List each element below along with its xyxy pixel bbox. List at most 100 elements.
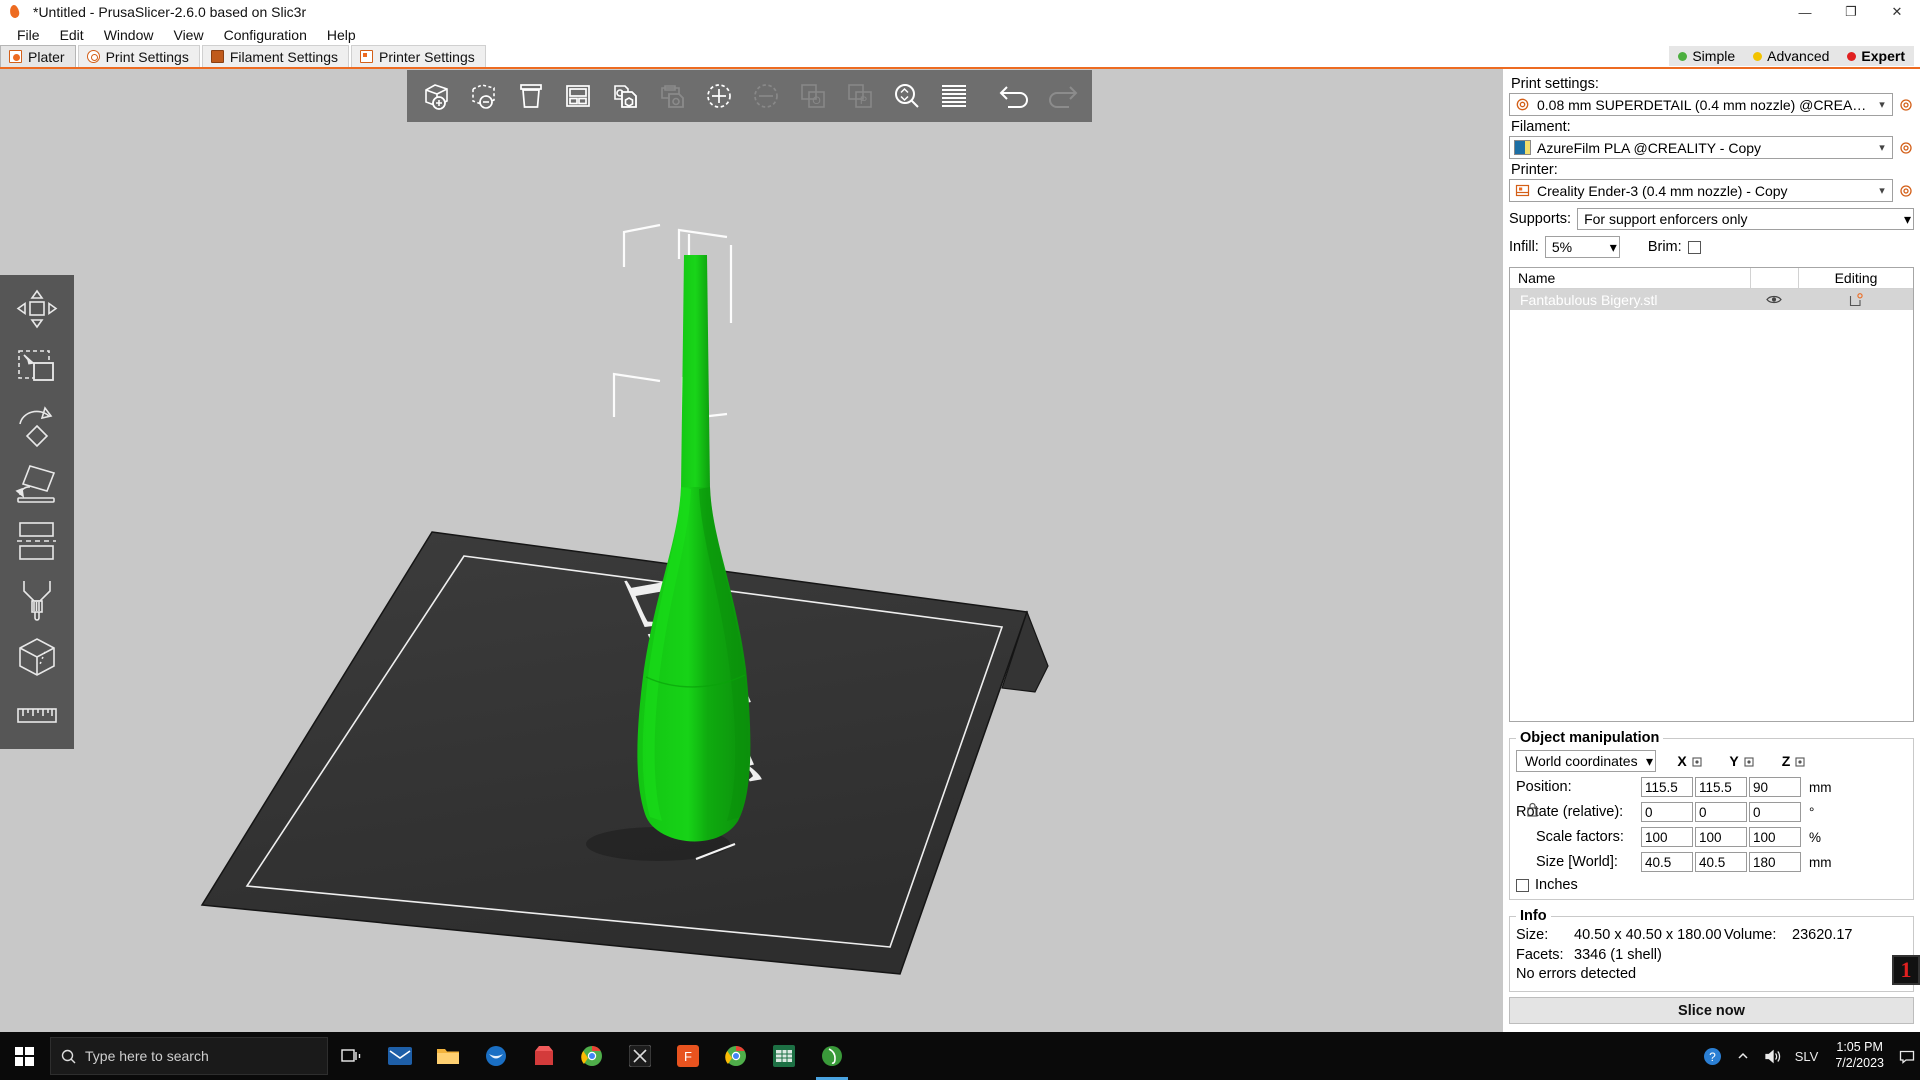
rotate-z-input[interactable] <box>1749 802 1801 822</box>
copy-icon[interactable] <box>601 74 648 119</box>
scale-y-input[interactable] <box>1695 827 1747 847</box>
minimize-button[interactable]: — <box>1782 0 1828 24</box>
scale-z-input[interactable] <box>1749 827 1801 847</box>
supports-select[interactable]: For support enforcers only ▾ <box>1577 208 1914 230</box>
language-indicator[interactable]: SLV <box>1788 1032 1826 1080</box>
rotate-x-input[interactable] <box>1641 802 1693 822</box>
infill-select[interactable]: 5% ▾ <box>1544 236 1620 258</box>
cut-gizmo-icon[interactable] <box>8 513 66 569</box>
scale-gizmo-icon[interactable] <box>8 339 66 395</box>
chevron-down-icon[interactable]: ▾ <box>1646 753 1653 770</box>
support-painting-gizmo-icon[interactable] <box>8 571 66 627</box>
help-icon[interactable]: ? <box>1696 1032 1729 1080</box>
rotate-gizmo-icon[interactable] <box>8 397 66 453</box>
print-settings-combo[interactable]: 0.08 mm SUPERDETAIL (0.4 mm nozzle) @CRE… <box>1509 93 1893 116</box>
reset-axis-icon[interactable] <box>1743 755 1755 767</box>
tab-plater[interactable]: Plater <box>0 45 76 67</box>
start-button[interactable] <box>0 1032 48 1080</box>
chevron-down-icon[interactable]: ▾ <box>1610 239 1617 256</box>
position-x-input[interactable] <box>1641 777 1693 797</box>
delete-selected-icon[interactable] <box>460 74 507 119</box>
axis-z-header: Z <box>1768 753 1820 769</box>
chrome2-app-icon[interactable] <box>712 1032 760 1080</box>
clock[interactable]: 1:05 PM 7/2/2023 <box>1825 1040 1894 1071</box>
search-icon[interactable] <box>883 74 930 119</box>
scale-row: Scale factors: % <box>1516 826 1907 848</box>
position-row: Position: mm <box>1516 776 1907 798</box>
errors-value: No errors detected <box>1516 966 1637 983</box>
task-view-icon[interactable] <box>328 1032 376 1080</box>
infill-label: Infill: <box>1509 239 1539 255</box>
position-z-input[interactable] <box>1749 777 1801 797</box>
maximize-button[interactable]: ❐ <box>1828 0 1874 24</box>
print-settings-gear-icon[interactable] <box>1898 97 1914 113</box>
mode-simple[interactable]: Simple <box>1669 46 1745 66</box>
rotate-y-input[interactable] <box>1695 802 1747 822</box>
chrome-app-icon[interactable] <box>568 1032 616 1080</box>
filament-gear-icon[interactable] <box>1898 140 1914 156</box>
position-y-input[interactable] <box>1695 777 1747 797</box>
plater-toolbar: O P <box>407 70 1092 122</box>
scale-label: Scale factors: <box>1536 829 1624 845</box>
mode-advanced[interactable]: Advanced <box>1744 46 1839 66</box>
menu-help[interactable]: Help <box>317 25 366 45</box>
volume-icon[interactable] <box>1757 1032 1788 1080</box>
store-app-icon[interactable] <box>520 1032 568 1080</box>
tab-filament-settings[interactable]: Filament Settings <box>201 45 350 67</box>
seam-painting-gizmo-icon[interactable] <box>8 629 66 685</box>
printer-value: Creality Ender-3 (0.4 mm nozzle) - Copy <box>1537 182 1788 199</box>
foxit-app-icon[interactable]: F <box>664 1032 712 1080</box>
menu-file[interactable]: File <box>7 25 50 45</box>
menu-configuration[interactable]: Configuration <box>214 25 317 45</box>
place-on-face-gizmo-icon[interactable] <box>8 455 66 511</box>
scale-x-input[interactable] <box>1641 827 1693 847</box>
variable-layer-height-icon[interactable] <box>930 74 977 119</box>
filament-combo[interactable]: AzureFilm PLA @CREALITY - Copy ▾ <box>1509 136 1893 159</box>
mode-expert-label: Expert <box>1861 48 1905 64</box>
menu-window[interactable]: Window <box>94 25 164 45</box>
chevron-down-icon[interactable]: ▾ <box>1874 98 1890 111</box>
table-row[interactable]: Fantabulous Bigery.stl <box>1510 289 1913 310</box>
reset-axis-icon[interactable] <box>1794 755 1806 767</box>
printer-combo[interactable]: Creality Ender-3 (0.4 mm nozzle) - Copy … <box>1509 179 1893 202</box>
tab-print-settings[interactable]: Print Settings <box>77 45 200 67</box>
arrange-icon[interactable] <box>554 74 601 119</box>
search-input[interactable]: Type here to search <box>50 1037 328 1075</box>
prusaslicer-app-icon[interactable] <box>808 1032 856 1080</box>
inches-checkbox[interactable] <box>1516 878 1529 892</box>
menu-edit[interactable]: Edit <box>50 25 94 45</box>
excel-app-icon[interactable] <box>760 1032 808 1080</box>
add-object-icon[interactable] <box>413 74 460 119</box>
size-y-input[interactable] <box>1695 852 1747 872</box>
move-gizmo-icon[interactable] <box>8 281 66 337</box>
action-center-icon[interactable] <box>1894 1032 1920 1080</box>
tab-printer-settings[interactable]: Printer Settings <box>351 45 486 67</box>
chevron-down-icon[interactable]: ▾ <box>1904 211 1911 228</box>
uniform-scale-lock-icon[interactable] <box>1526 802 1539 821</box>
slice-now-button[interactable]: Slice now <box>1509 997 1914 1024</box>
eye-icon[interactable] <box>1750 294 1798 305</box>
object-list[interactable]: Name Editing Fantabulous Bigery.stl <box>1509 267 1914 722</box>
coordinate-system-select[interactable]: World coordinates ▾ <box>1516 750 1656 772</box>
delete-all-icon[interactable] <box>507 74 554 119</box>
measure-gizmo-icon[interactable] <box>8 687 66 743</box>
plater-3d-canvas[interactable]: Ender <box>0 69 1503 1032</box>
brim-checkbox[interactable] <box>1687 240 1701 254</box>
reset-axis-icon[interactable] <box>1691 755 1703 767</box>
file-explorer-icon[interactable] <box>424 1032 472 1080</box>
add-instance-icon[interactable] <box>695 74 742 119</box>
edit-object-icon[interactable] <box>1798 292 1913 307</box>
dark-app-icon[interactable] <box>616 1032 664 1080</box>
chevron-down-icon[interactable]: ▾ <box>1874 184 1890 197</box>
mode-expert[interactable]: Expert <box>1838 46 1914 66</box>
thunderbird-app-icon[interactable] <box>472 1032 520 1080</box>
size-x-input[interactable] <box>1641 852 1693 872</box>
close-button[interactable]: ✕ <box>1874 0 1920 24</box>
menu-view[interactable]: View <box>163 25 213 45</box>
chevron-down-icon[interactable]: ▾ <box>1874 141 1890 154</box>
mail-app-icon[interactable] <box>376 1032 424 1080</box>
show-hidden-icons-icon[interactable] <box>1729 1032 1757 1080</box>
size-z-input[interactable] <box>1749 852 1801 872</box>
printer-gear-icon[interactable] <box>1898 183 1914 199</box>
undo-icon[interactable] <box>991 74 1038 119</box>
